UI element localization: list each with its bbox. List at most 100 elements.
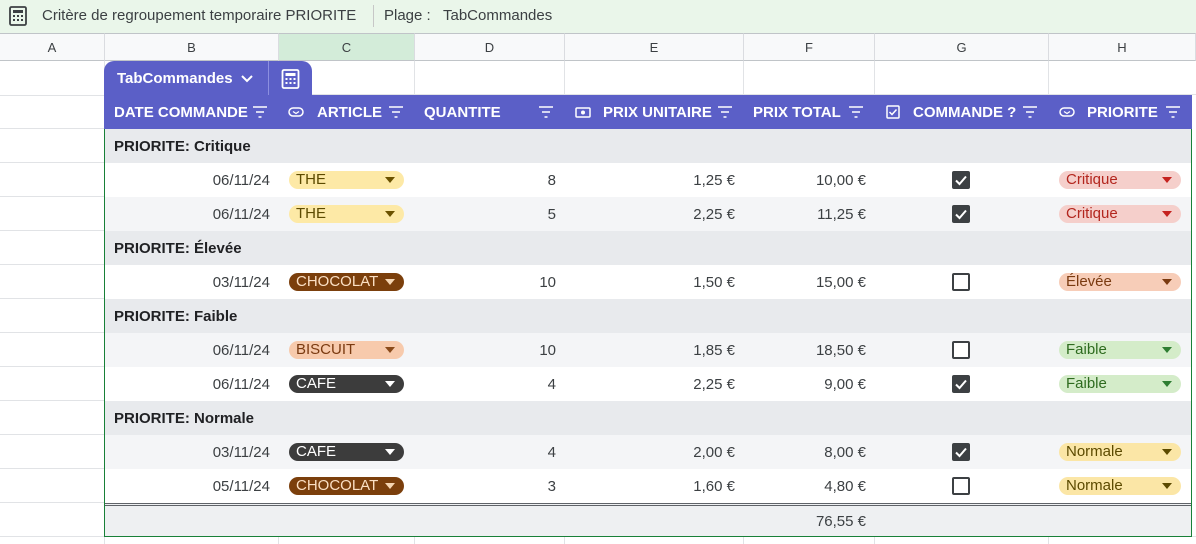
article-value: THE xyxy=(296,171,326,188)
date-cell[interactable]: 06/11/24 xyxy=(104,376,270,393)
prix-unitaire-cell[interactable]: 2,00 € xyxy=(574,444,735,461)
header-priorite[interactable]: PRIORITE xyxy=(1087,95,1158,129)
priorite-dropdown-chip[interactable]: Élevée xyxy=(1059,273,1181,291)
date-cell[interactable]: 06/11/24 xyxy=(104,172,270,189)
checkbox-unchecked[interactable] xyxy=(952,273,970,291)
calculator-icon[interactable] xyxy=(9,6,27,26)
prix-unitaire-cell[interactable]: 2,25 € xyxy=(574,376,735,393)
article-dropdown-chip[interactable]: THE xyxy=(289,171,404,189)
prix-unitaire-cell[interactable]: 1,60 € xyxy=(574,478,735,495)
article-dropdown-chip[interactable]: CAFE xyxy=(289,375,404,393)
column-header-h[interactable]: H xyxy=(1049,33,1196,61)
grid-line xyxy=(0,502,104,503)
prix-total-cell[interactable]: 18,50 € xyxy=(744,342,866,359)
priorite-dropdown-chip[interactable]: Critique xyxy=(1059,171,1181,189)
date-cell[interactable]: 05/11/24 xyxy=(104,478,270,495)
dropdown-arrow-icon[interactable] xyxy=(385,483,395,489)
prix-unitaire-cell[interactable]: 1,85 € xyxy=(574,342,735,359)
checkbox-checked[interactable] xyxy=(952,443,970,461)
checkbox-unchecked[interactable] xyxy=(952,341,970,359)
filter-icon[interactable] xyxy=(253,106,267,118)
dropdown-arrow-icon[interactable] xyxy=(385,449,395,455)
prix-total-cell[interactable]: 4,80 € xyxy=(744,478,866,495)
dropdown-arrow-icon[interactable] xyxy=(1162,483,1172,489)
prix-total-cell[interactable]: 8,00 € xyxy=(744,444,866,461)
header-prix-unitaire[interactable]: PRIX UNITAIRE xyxy=(603,95,712,129)
prix-total-sum[interactable]: 76,55 € xyxy=(744,513,866,530)
date-cell[interactable]: 03/11/24 xyxy=(104,274,270,291)
checkbox-unchecked[interactable] xyxy=(952,477,970,495)
filter-icon[interactable] xyxy=(718,106,732,118)
dropdown-arrow-icon[interactable] xyxy=(1162,177,1172,183)
prix-total-cell[interactable]: 9,00 € xyxy=(744,376,866,393)
prix-total-cell[interactable]: 15,00 € xyxy=(744,274,866,291)
dropdown-arrow-icon[interactable] xyxy=(385,381,395,387)
article-dropdown-chip[interactable]: CAFE xyxy=(289,443,404,461)
priorite-dropdown-chip[interactable]: Normale xyxy=(1059,477,1181,495)
quantite-cell[interactable]: 8 xyxy=(424,172,556,189)
dropdown-arrow-icon[interactable] xyxy=(1162,279,1172,285)
filter-icon[interactable] xyxy=(389,106,403,118)
column-header-f[interactable]: F xyxy=(744,33,875,61)
checkbox-checked[interactable] xyxy=(952,205,970,223)
group-label[interactable]: PRIORITE: Normale xyxy=(114,410,254,427)
priorite-dropdown-chip[interactable]: Faible xyxy=(1059,341,1181,359)
header-date-commande[interactable]: DATE COMMANDE xyxy=(114,95,248,129)
dropdown-arrow-icon[interactable] xyxy=(385,347,395,353)
header-commande[interactable]: COMMANDE ? xyxy=(913,95,1016,129)
group-label[interactable]: PRIORITE: Élevée xyxy=(114,240,242,257)
header-article[interactable]: ARTICLE xyxy=(317,95,382,129)
group-label[interactable]: PRIORITE: Critique xyxy=(114,138,251,155)
dropdown-arrow-icon[interactable] xyxy=(1162,347,1172,353)
filter-icon[interactable] xyxy=(1166,106,1180,118)
header-prix-total[interactable]: PRIX TOTAL xyxy=(753,95,841,129)
date-cell[interactable]: 06/11/24 xyxy=(104,206,270,223)
priorite-dropdown-chip[interactable]: Normale xyxy=(1059,443,1181,461)
priorite-dropdown-chip[interactable]: Faible xyxy=(1059,375,1181,393)
column-header-e[interactable]: E xyxy=(565,33,744,61)
dropdown-arrow-icon[interactable] xyxy=(385,279,395,285)
table-name[interactable]: TabCommandes xyxy=(117,70,233,87)
article-dropdown-chip[interactable]: CHOCOLAT xyxy=(289,477,404,495)
top-bar: Critère de regroupement temporaire PRIOR… xyxy=(0,0,1196,33)
article-dropdown-chip[interactable]: THE xyxy=(289,205,404,223)
header-quantite[interactable]: QUANTITE xyxy=(424,95,501,129)
dropdown-arrow-icon[interactable] xyxy=(385,177,395,183)
filter-icon[interactable] xyxy=(1023,106,1037,118)
filter-icon[interactable] xyxy=(849,106,863,118)
quantite-cell[interactable]: 10 xyxy=(424,274,556,291)
prix-unitaire-cell[interactable]: 1,25 € xyxy=(574,172,735,189)
group-label[interactable]: PRIORITE: Faible xyxy=(114,308,237,325)
calculator-icon[interactable] xyxy=(281,69,300,89)
table-name-tab[interactable]: TabCommandes xyxy=(104,61,312,96)
dropdown-arrow-icon[interactable] xyxy=(1162,381,1172,387)
quantite-cell[interactable]: 4 xyxy=(424,376,556,393)
quantite-cell[interactable]: 10 xyxy=(424,342,556,359)
date-cell[interactable]: 03/11/24 xyxy=(104,444,270,461)
range-value[interactable]: TabCommandes xyxy=(443,7,552,24)
filter-icon[interactable] xyxy=(539,106,553,118)
grid-line xyxy=(0,400,104,401)
quantite-cell[interactable]: 3 xyxy=(424,478,556,495)
date-cell[interactable]: 06/11/24 xyxy=(104,342,270,359)
prix-total-cell[interactable]: 11,25 € xyxy=(744,206,866,223)
quantite-cell[interactable]: 5 xyxy=(424,206,556,223)
prix-unitaire-cell[interactable]: 2,25 € xyxy=(574,206,735,223)
column-header-g[interactable]: G xyxy=(875,33,1049,61)
column-header-d[interactable]: D xyxy=(415,33,565,61)
article-dropdown-chip[interactable]: CHOCOLAT xyxy=(289,273,404,291)
dropdown-arrow-icon[interactable] xyxy=(385,211,395,217)
checkbox-checked[interactable] xyxy=(952,375,970,393)
quantite-cell[interactable]: 4 xyxy=(424,444,556,461)
article-dropdown-chip[interactable]: BISCUIT xyxy=(289,341,404,359)
priorite-dropdown-chip[interactable]: Critique xyxy=(1059,205,1181,223)
chevron-down-icon[interactable] xyxy=(240,73,254,85)
dropdown-arrow-icon[interactable] xyxy=(1162,449,1172,455)
column-header-b[interactable]: B xyxy=(105,33,279,61)
prix-total-cell[interactable]: 10,00 € xyxy=(744,172,866,189)
checkbox-checked[interactable] xyxy=(952,171,970,189)
dropdown-arrow-icon[interactable] xyxy=(1162,211,1172,217)
column-header-a[interactable]: A xyxy=(0,33,105,61)
prix-unitaire-cell[interactable]: 1,50 € xyxy=(574,274,735,291)
column-header-c[interactable]: C xyxy=(279,33,415,61)
